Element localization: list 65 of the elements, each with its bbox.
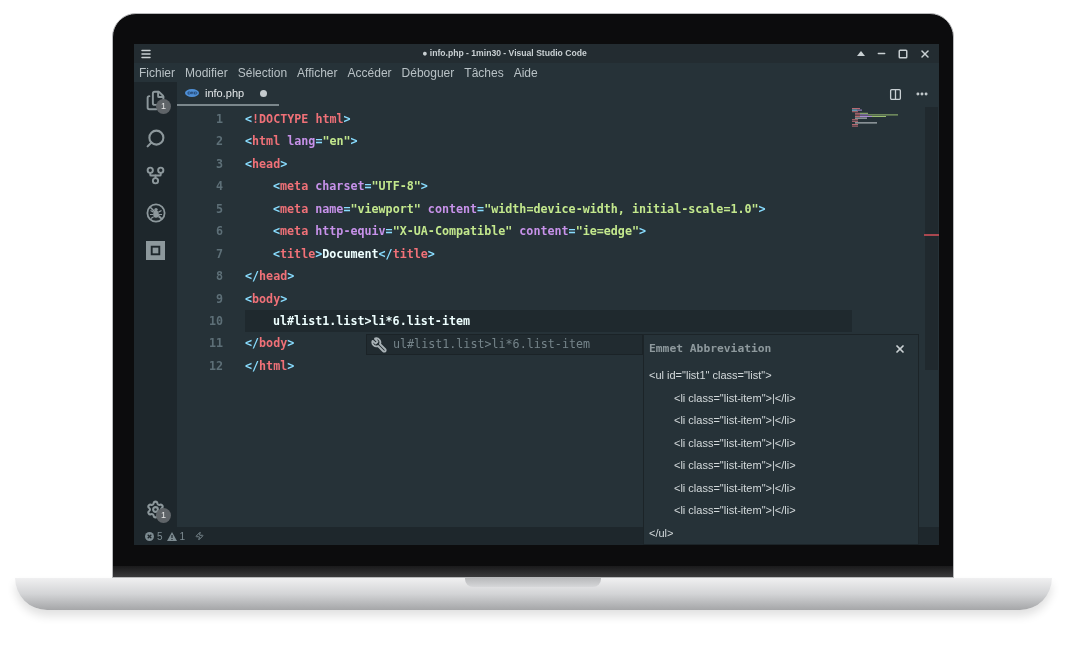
menu-item[interactable]: Tâches — [464, 66, 504, 79]
code-line: <li class="list-item">|</li> — [674, 503, 796, 519]
menu-item[interactable]: Afficher — [297, 66, 338, 79]
search-icon[interactable] — [145, 127, 166, 149]
file-type-icon — [185, 89, 199, 97]
line-number: 11 — [208, 335, 223, 353]
code-line: <head> — [245, 155, 288, 173]
error-count[interactable]: 5 — [157, 528, 163, 544]
close-icon[interactable] — [894, 343, 906, 356]
caret-up-icon[interactable] — [857, 51, 865, 56]
line-number: 3 — [215, 155, 223, 173]
suggestion-item[interactable]: ul#list1.list>li*6.list-item — [366, 334, 643, 355]
count-badge: 1 — [156, 99, 171, 114]
menu-icon[interactable] — [140, 47, 152, 60]
code-line: <li class="list-item">|</li> — [674, 390, 796, 406]
code-line: <li class="list-item">|</li> — [674, 435, 796, 451]
code-line: <ul id="list1" class="list"> — [649, 368, 772, 384]
count-badge: 1 — [156, 508, 171, 523]
code-line: <meta charset="UTF-8"> — [273, 178, 428, 196]
line-number: 6 — [215, 223, 223, 241]
code-line: <body> — [245, 290, 288, 308]
code-line: </head> — [245, 268, 295, 286]
line-number: 12 — [208, 357, 223, 375]
code-line: <html lang="en"> — [245, 133, 358, 151]
menu-item[interactable]: Déboguer — [401, 66, 455, 79]
warning-count[interactable]: 1 — [179, 528, 186, 544]
branch-icon[interactable] — [145, 165, 166, 187]
menu-item[interactable]: Aide — [513, 66, 538, 79]
scrollbar-thumb[interactable] — [925, 107, 938, 370]
panel-title: Emmet Abbreviation — [649, 340, 772, 357]
code-line: <meta http-equiv="X-UA-Compatible" content="ie=edge"> — [273, 223, 646, 241]
code-line: </ul> — [649, 525, 674, 541]
ruler-mark-icon — [924, 234, 939, 236]
lightning-icon[interactable] — [195, 531, 205, 541]
warning-icon[interactable] — [166, 531, 177, 541]
code-line: <li class="list-item">|</li> — [674, 458, 796, 474]
line-number: 10 — [208, 312, 223, 330]
menu-item[interactable]: Accéder — [347, 66, 392, 79]
menu-item[interactable]: Sélection — [237, 66, 288, 79]
line-number: 5 — [215, 200, 223, 218]
line-number: 4 — [215, 178, 223, 196]
code-line: <meta name="viewport" content="width=device-width, initial-scale=1.0"> — [273, 200, 766, 218]
split-editor-icon[interactable] — [889, 87, 902, 101]
menu-item[interactable]: Fichier — [139, 66, 175, 79]
code-line: </body> — [245, 335, 295, 353]
code-line: </html> — [245, 357, 295, 375]
code-line: <!DOCTYPE html> — [245, 111, 351, 128]
files-icon[interactable] — [145, 90, 166, 112]
close-icon[interactable] — [919, 47, 931, 60]
line-number: 9 — [215, 290, 223, 308]
line-number: 1 — [215, 111, 223, 128]
error-icon[interactable] — [145, 531, 154, 541]
code-line: <title>Document</title> — [273, 245, 435, 263]
line-number: 8 — [215, 268, 223, 286]
blocks-icon[interactable] — [146, 241, 165, 261]
bug-icon[interactable] — [145, 203, 166, 224]
line-number: 7 — [215, 245, 223, 263]
maximize-icon[interactable] — [898, 48, 908, 59]
code-line: <li class="list-item">|</li> — [674, 480, 796, 496]
window-title: ● info.php - 1min30 - Visual Studio Code — [422, 47, 587, 60]
code-line: ul#list1.list>li*6.list-item — [273, 312, 471, 330]
line-number: 2 — [215, 133, 223, 151]
menu-item[interactable]: Modifier — [185, 66, 228, 79]
wrench-icon — [371, 336, 387, 353]
code-line: <li class="list-item">|</li> — [674, 413, 796, 429]
